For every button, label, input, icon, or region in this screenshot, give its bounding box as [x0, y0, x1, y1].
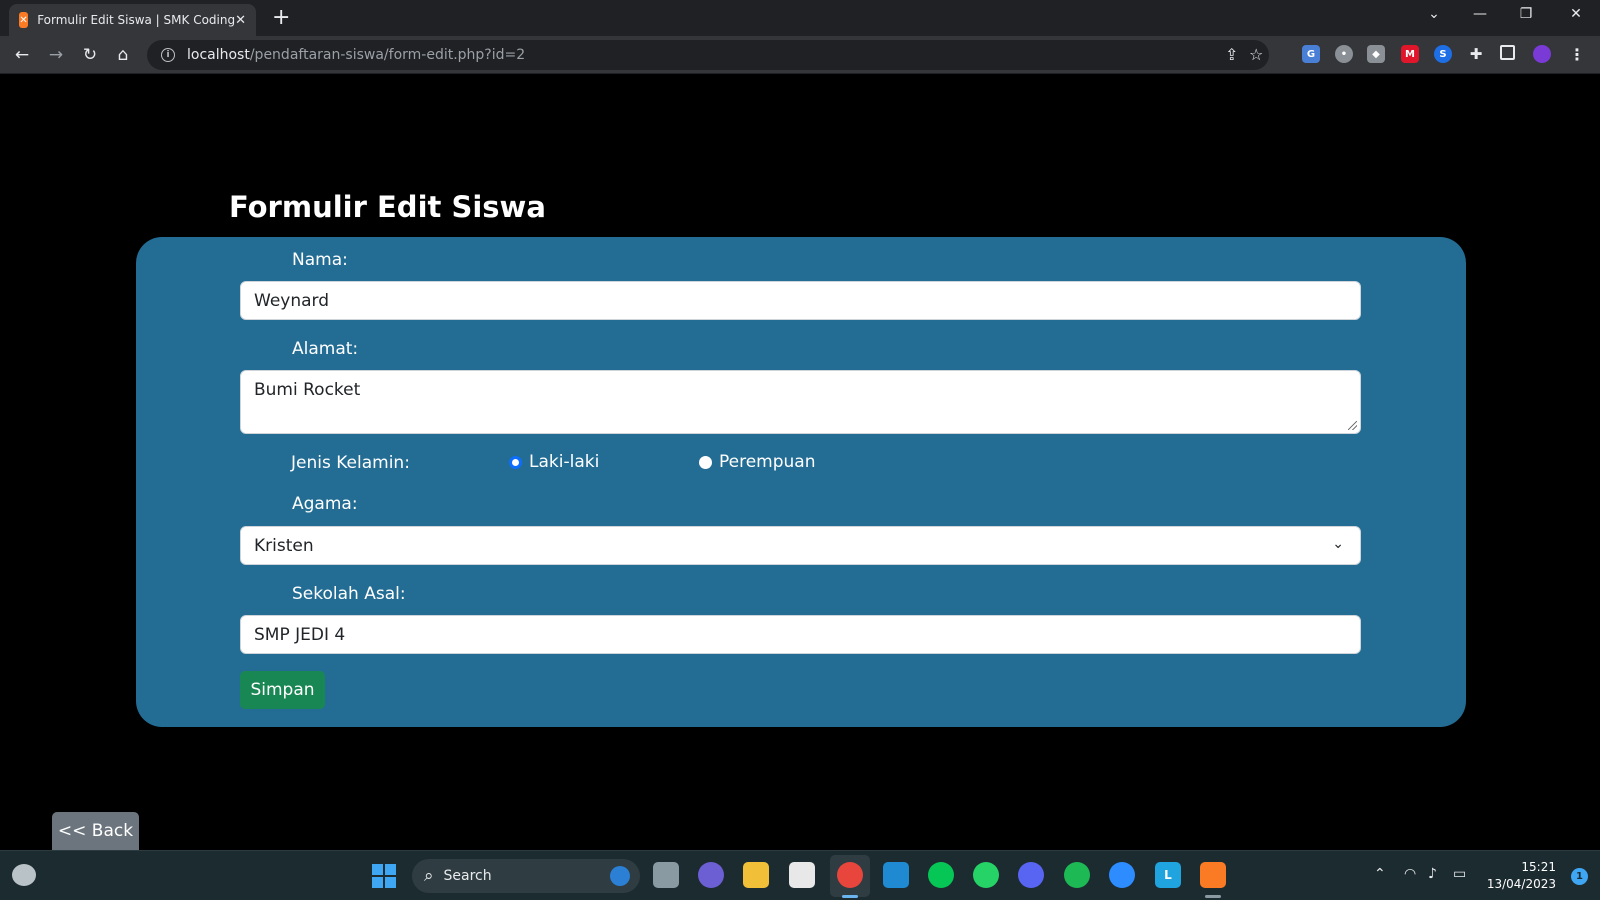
clock-date: 13/04/2023 [1486, 877, 1556, 891]
tray-chevron-up-icon[interactable]: ⌃ [1374, 866, 1386, 882]
back-button[interactable]: << Back [52, 812, 139, 850]
notification-badge[interactable]: 1 [1571, 868, 1588, 885]
xampp-icon: ✕ [19, 12, 29, 28]
task-view-icon[interactable] [653, 862, 679, 888]
profile-avatar[interactable] [1533, 45, 1551, 63]
radio-laki-laki[interactable]: Laki-laki [509, 452, 599, 472]
extensions-puzzle-icon[interactable]: ✚ [1467, 45, 1485, 63]
l-app-icon[interactable]: L [1155, 862, 1181, 888]
line-icon[interactable] [928, 862, 954, 888]
simpan-button[interactable]: Simpan [240, 671, 325, 709]
radio-label: Laki-laki [529, 452, 600, 472]
radio-perempuan[interactable]: Perempuan [699, 452, 816, 472]
restore-icon[interactable]: ❐ [1516, 6, 1536, 22]
alamat-textarea[interactable]: Bumi Rocket [240, 370, 1361, 434]
browser-tab-bar: ✕ Formulir Edit Siswa | SMK Coding ✕ + ⌄… [0, 0, 1600, 36]
radio-checked-icon[interactable] [509, 455, 522, 469]
side-panel-icon[interactable] [1500, 45, 1515, 60]
xampp-taskbar-icon[interactable] [1200, 862, 1226, 888]
vscode-icon[interactable] [883, 862, 909, 888]
agama-value: Kristen [254, 535, 314, 556]
page-title: Formulir Edit Siswa [229, 190, 546, 224]
file-explorer-icon[interactable] [743, 862, 769, 888]
forward-arrow-icon[interactable]: → [45, 44, 67, 66]
microsoft-store-icon[interactable] [789, 862, 815, 888]
search-icon: ⌕ [424, 866, 434, 886]
xampp-running-indicator [1205, 895, 1221, 898]
menu-kebab-icon[interactable]: ⋮ [1568, 45, 1586, 64]
site-info-icon[interactable]: i [161, 48, 175, 62]
alamat-value: Bumi Rocket [254, 380, 361, 400]
back-arrow-icon[interactable]: ← [11, 44, 33, 66]
windows-start-icon[interactable] [372, 864, 396, 888]
weather-icon[interactable] [12, 864, 36, 886]
bookmark-star-icon[interactable]: ☆ [1249, 45, 1263, 64]
discord-icon[interactable] [1018, 862, 1044, 888]
tab-search-icon[interactable]: ⌄ [1424, 6, 1444, 22]
taskbar-clock[interactable]: 15:21 13/04/2023 [1487, 859, 1556, 893]
close-window-icon[interactable]: ✕ [1566, 6, 1586, 22]
agama-label: Agama: [292, 494, 358, 514]
teams-chat-icon[interactable] [698, 862, 724, 888]
chevron-down-icon: ⌄ [1332, 536, 1344, 552]
clock-time: 15:21 [1521, 860, 1556, 874]
shield-extension-icon[interactable]: ◆ [1367, 45, 1385, 63]
wifi-icon[interactable]: ◠ [1404, 866, 1416, 882]
chrome-icon[interactable] [837, 862, 863, 888]
agama-select[interactable]: Kristen ⌄ [240, 526, 1361, 565]
spotify-icon[interactable] [1064, 862, 1090, 888]
minimize-icon[interactable]: — [1470, 6, 1490, 22]
sekolah-asal-value: SMP JEDI 4 [254, 624, 346, 645]
nama-label: Nama: [292, 250, 348, 270]
zoom-icon[interactable] [1109, 862, 1135, 888]
sekolah-asal-label: Sekolah Asal: [292, 584, 406, 604]
battery-icon[interactable]: ▭ [1453, 866, 1466, 882]
resize-grip-icon[interactable] [1348, 421, 1357, 430]
nama-input[interactable]: Weynard [240, 281, 1361, 320]
alamat-label: Alamat: [292, 339, 359, 359]
radio-unchecked-icon[interactable] [699, 455, 712, 469]
chat-extension-icon[interactable]: • [1335, 45, 1353, 63]
radio-label: Perempuan [719, 452, 816, 472]
url-path: /pendaftaran-siswa/form-edit.php?id=2 [249, 47, 526, 63]
whatsapp-icon[interactable] [973, 862, 999, 888]
chrome-running-indicator [842, 895, 858, 898]
reload-icon[interactable]: ↻ [79, 44, 101, 66]
volume-icon[interactable]: ♪ [1428, 866, 1437, 882]
close-tab-icon[interactable]: ✕ [235, 13, 246, 28]
tab-title: Formulir Edit Siswa | SMK Coding [37, 13, 236, 27]
sync-extension-icon[interactable]: S [1434, 45, 1452, 63]
nama-value: Weynard [254, 290, 330, 311]
browser-tab[interactable]: ✕ Formulir Edit Siswa | SMK Coding ✕ [9, 4, 256, 36]
share-icon[interactable]: ⇪ [1225, 45, 1238, 64]
home-icon[interactable]: ⌂ [112, 44, 134, 66]
url-host: localhost [187, 47, 250, 63]
m-extension-icon[interactable]: M [1401, 45, 1419, 63]
new-tab-icon[interactable]: + [272, 6, 290, 30]
search-label: Search [443, 868, 492, 884]
bing-icon[interactable] [610, 866, 630, 886]
sekolah-asal-input[interactable]: SMP JEDI 4 [240, 615, 1361, 654]
taskbar-search[interactable]: ⌕ Search [412, 859, 640, 893]
windows-taskbar: ⌕ Search L ⌃ ◠ ♪ ▭ 15:21 13/04/2023 1 [0, 850, 1600, 900]
address-bar[interactable]: i localhost/pendaftaran-siswa/form-edit.… [147, 40, 1269, 70]
browser-toolbar: ← → ↻ ⌂ i localhost/pendaftaran-siswa/fo… [0, 36, 1600, 74]
jenis-kelamin-label: Jenis Kelamin: [291, 453, 410, 473]
translate-extension-icon[interactable]: G [1302, 45, 1320, 63]
